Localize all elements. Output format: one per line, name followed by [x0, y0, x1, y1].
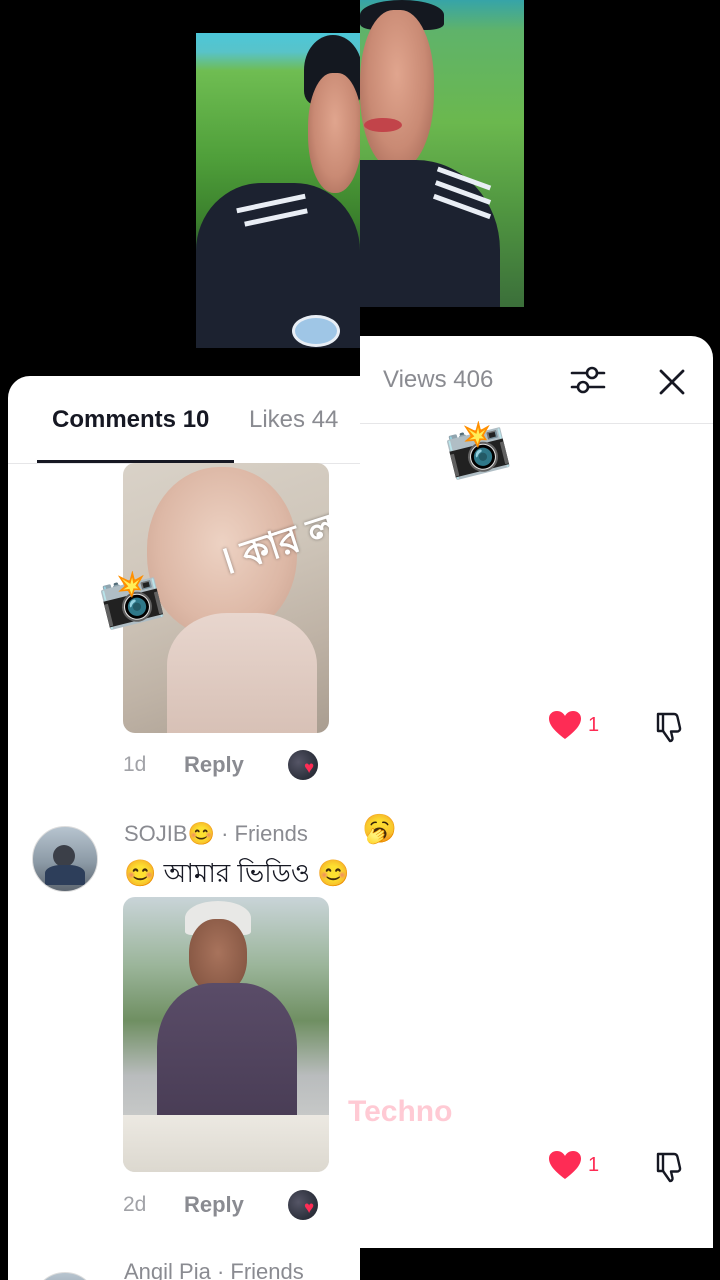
creator-liked-heart-icon: ♥: [304, 1198, 315, 1217]
avatar[interactable]: [32, 1272, 98, 1280]
comment-time: 2d: [123, 1193, 147, 1216]
tab-likes[interactable]: Likes 44: [249, 406, 338, 434]
avatar[interactable]: [32, 826, 98, 892]
boy-face: [189, 919, 247, 993]
person-face: [360, 10, 434, 170]
comment-time: 1d: [123, 753, 147, 776]
yawn-emoji-icon: 🥱: [362, 813, 397, 844]
person-face: [308, 73, 360, 193]
reply-button[interactable]: Reply: [184, 1192, 244, 1218]
dislike-icon[interactable]: [652, 1148, 688, 1184]
child-dress: [167, 613, 317, 733]
video-photo-left: [196, 33, 360, 348]
divider: [360, 423, 713, 424]
comment-image[interactable]: [123, 897, 329, 1172]
comments-sheet: Comments 10 Likes 44 । কার ল 📸 1d Reply …: [8, 376, 360, 1280]
boy-lap: [123, 1115, 329, 1172]
comment-text: 😊 আমার ভিডিও 😊: [124, 858, 350, 888]
views-count: Views 406: [383, 366, 494, 393]
like-count: 1: [588, 713, 600, 736]
like-count: 1: [588, 1153, 600, 1176]
tab-comments[interactable]: Comments 10: [52, 406, 209, 434]
heart-icon: [549, 711, 581, 739]
comment-username[interactable]: SOJIB😊 · Friends: [124, 821, 308, 847]
like-button[interactable]: 1: [548, 1150, 599, 1180]
watermark: Techno: [348, 1095, 453, 1128]
comment-tabs: Comments 10 Likes 44: [8, 376, 360, 464]
filter-icon[interactable]: [568, 360, 608, 400]
reply-button[interactable]: Reply: [184, 752, 244, 778]
shirt-logo: [292, 315, 340, 347]
creator-liked-heart-icon: ♥: [304, 758, 315, 777]
like-button[interactable]: 1: [548, 710, 599, 740]
close-icon[interactable]: [652, 362, 692, 402]
comment-username[interactable]: Angil Pia · Friends: [124, 1259, 304, 1280]
person-lips: [364, 118, 402, 132]
video-photo-right: [360, 0, 524, 307]
heart-icon: [549, 1151, 581, 1179]
dislike-icon[interactable]: [652, 708, 688, 744]
